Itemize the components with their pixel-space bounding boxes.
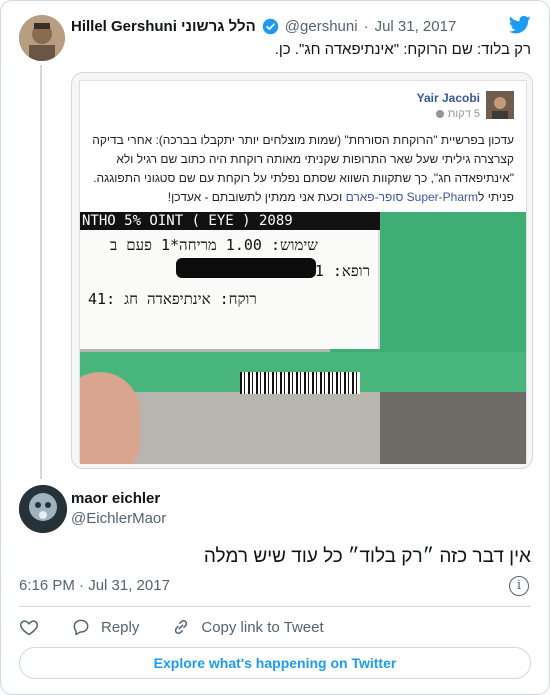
prescription-box-photo: NTHO 5% OINT ( EYE ) 2089 שימוש: 1.00 מר… (80, 212, 526, 464)
fb-author-avatar (486, 91, 514, 119)
parent-display-name[interactable]: Hillel Gershuni הלל גרשוני (71, 18, 256, 35)
verified-badge-icon (262, 18, 279, 34)
label-line-3: רופא: 1 (314, 262, 370, 280)
parent-date[interactable]: Jul 31, 2017 (375, 18, 457, 35)
fb-post-text: עדכון בפרשיית "הרוקחת הסורחת" (שמות מוצל… (90, 131, 514, 207)
heart-icon (19, 620, 39, 636)
reply-button[interactable]: Reply (71, 617, 139, 637)
twitter-bird-icon[interactable] (509, 15, 531, 35)
copy-link-button[interactable]: Copy link to Tweet (171, 617, 324, 637)
label-line-4: רוקח: אינתיפאדה חג :41 (88, 290, 257, 308)
fb-text-after-link: וכעת אני ממתין לתשובתם - אעדכן! (167, 190, 346, 204)
reply-timestamp[interactable]: 6:16 PM · Jul 31, 2017 (19, 577, 170, 594)
reply-avatar[interactable] (19, 485, 67, 533)
redaction-mark (176, 258, 316, 278)
explore-button[interactable]: Explore what's happening on Twitter (19, 647, 531, 679)
thread-line (40, 65, 42, 479)
parent-header: Hillel Gershuni הלל גרשוני @gershuni · J… (71, 15, 456, 37)
parent-tweet-text: רק בלוד: שם הרוקח: "אינתיפאדה חג". כן. (274, 41, 531, 58)
reply-display-name[interactable]: maor eichler (71, 490, 160, 507)
reply-icon (73, 619, 89, 636)
like-button[interactable] (19, 617, 39, 637)
reply-tweet-text: אין דבר כזה ״רק בלוד״ כל עוד שיש רמלה (203, 546, 531, 567)
parent-avatar[interactable] (19, 15, 65, 61)
facebook-post-screenshot: Yair Jacobi 5 דקות עדכון בפרשיית "הרוקחת… (79, 80, 527, 464)
action-bar: Reply Copy link to Tweet (19, 616, 356, 638)
barcode (240, 372, 360, 394)
link-icon (175, 619, 188, 635)
photo-shadow (380, 392, 526, 464)
label-line-2: שימוש: 1.00 מריחה*1 פעם ב (110, 236, 318, 254)
finger (80, 372, 140, 464)
fb-post-time: 5 דקות (435, 108, 480, 120)
info-icon[interactable]: i (509, 576, 529, 596)
parent-handle[interactable]: @gershuni (285, 18, 358, 35)
reply-handle[interactable]: @EichlerMaor (71, 510, 166, 527)
copy-link-label: Copy link to Tweet (201, 618, 324, 636)
globe-icon (435, 110, 444, 118)
reply-label: Reply (101, 618, 140, 636)
header-separator: · (363, 17, 369, 35)
divider (19, 606, 531, 607)
fb-time-label: 5 דקות (447, 108, 480, 120)
tweet-media-image[interactable]: Yair Jacobi 5 דקות עדכון בפרשיית "הרוקחת… (71, 72, 533, 469)
fb-text-link: Super-Pharm סופר-פארם (345, 190, 479, 204)
label-line-1: NTHO 5% OINT ( EYE ) 2089 (80, 212, 380, 230)
pharmacy-label: NTHO 5% OINT ( EYE ) 2089 שימוש: 1.00 מר… (80, 212, 380, 349)
tweet-embed-card: Hillel Gershuni הלל גרשוני @gershuni · J… (0, 0, 550, 695)
fb-author-name: Yair Jacobi (416, 91, 480, 105)
